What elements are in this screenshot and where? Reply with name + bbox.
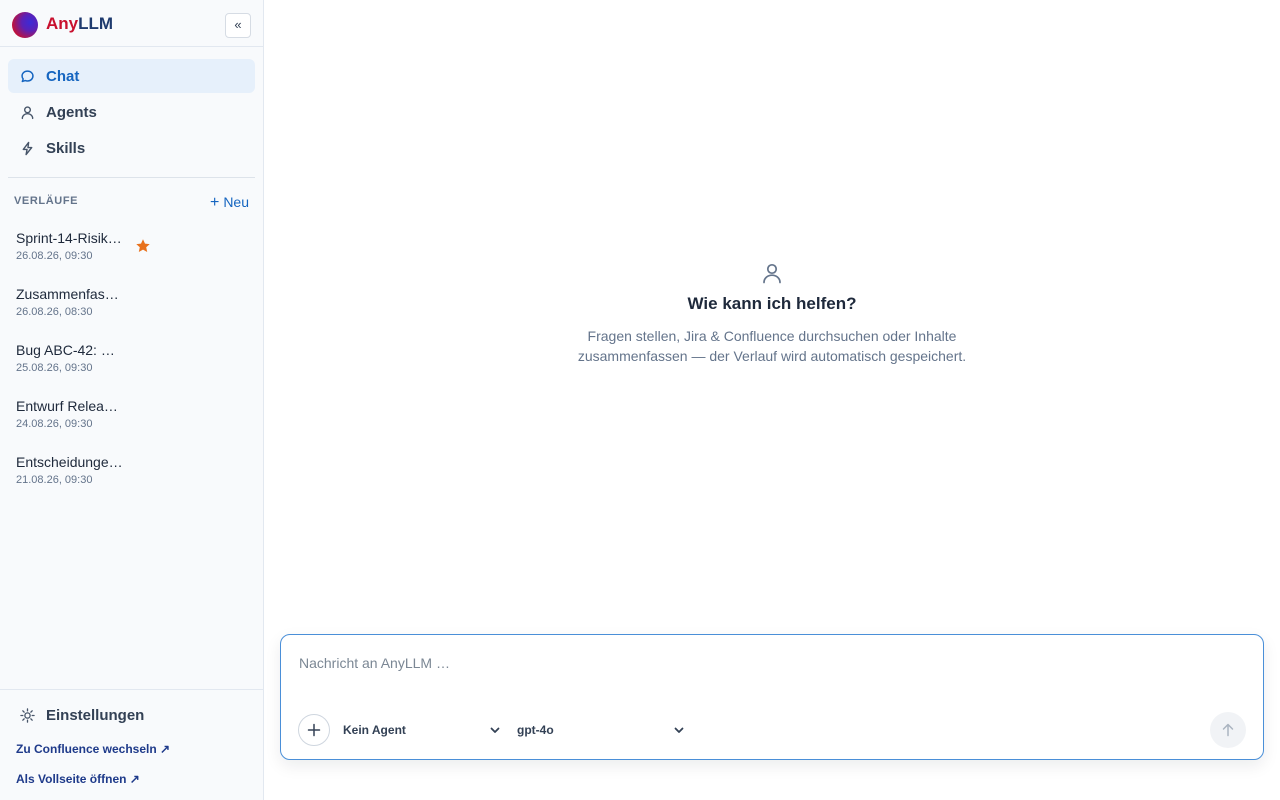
- settings-button[interactable]: Einstellungen: [20, 707, 144, 724]
- confluence-link[interactable]: Zu Confluence wechseln ↗: [16, 742, 170, 756]
- plus-icon: [307, 723, 321, 737]
- new-chat-label: Neu: [223, 194, 249, 210]
- gear-icon: [20, 708, 35, 723]
- history-item[interactable]: Entscheidunge… 21.08.26, 09:30: [8, 448, 255, 504]
- chevron-down-icon: [674, 727, 684, 733]
- empty-state-description: Fragen stellen, Jira & Confluence durchs…: [577, 328, 967, 364]
- history-list: Sprint-14-Risik… 26.08.26, 09:30 Zusamme…: [8, 224, 255, 504]
- history-item-title: Entscheidunge…: [16, 454, 123, 470]
- history-title: VERLÄUFE: [14, 195, 79, 207]
- model-select-value: gpt-4o: [517, 723, 554, 737]
- message-composer: Kein Agent gpt-4o: [280, 634, 1264, 760]
- chat-main: Wie kann ich helfen? Fragen stellen, Jir…: [264, 0, 1280, 800]
- collapse-sidebar-button[interactable]: «: [225, 13, 251, 38]
- user-icon: [763, 263, 781, 284]
- history-item[interactable]: Sprint-14-Risik… 26.08.26, 09:30: [8, 224, 255, 280]
- divider: [8, 177, 255, 178]
- brand-header: AnyLLM «: [0, 0, 263, 47]
- lightning-icon: [22, 141, 33, 155]
- nav-item-label: Agents: [46, 103, 97, 121]
- history-item-date: 26.08.26, 09:30: [16, 250, 93, 262]
- history-item[interactable]: Bug ABC-42: … 25.08.26, 09:30: [8, 336, 255, 392]
- send-button[interactable]: [1210, 712, 1246, 748]
- app-title-part1: Any: [46, 14, 79, 33]
- fullpage-link[interactable]: Als Vollseite öffnen ↗: [16, 772, 140, 786]
- history-item-title: Zusammenfas…: [16, 286, 119, 302]
- history-item-date: 24.08.26, 09:30: [16, 418, 93, 430]
- history-item-title: Entwurf Relea…: [16, 398, 118, 414]
- message-input[interactable]: [299, 655, 1199, 671]
- history-item-title: Sprint-14-Risik…: [16, 230, 122, 246]
- history-item-title: Bug ABC-42: …: [16, 342, 115, 358]
- model-select[interactable]: gpt-4o: [517, 721, 685, 739]
- history-header: VERLÄUFE + Neu: [14, 194, 249, 212]
- nav-item-skills[interactable]: Skills: [8, 131, 255, 165]
- agent-select-value: Kein Agent: [343, 723, 406, 737]
- main-nav: Chat Agents Skills: [8, 59, 255, 167]
- app-title: AnyLLM: [46, 14, 113, 34]
- history-item-date: 26.08.26, 08:30: [16, 306, 93, 318]
- history-item-date: 21.08.26, 09:30: [16, 474, 93, 486]
- sidebar: AnyLLM « Chat Agents Skills VERLÄUFE + Ne…: [0, 0, 264, 800]
- history-item[interactable]: Entwurf Relea… 24.08.26, 09:30: [8, 392, 255, 448]
- history-item-date: 25.08.26, 09:30: [16, 362, 93, 374]
- user-icon: [21, 105, 34, 119]
- nav-item-agents[interactable]: Agents: [8, 95, 255, 129]
- history-item[interactable]: Zusammenfas… 26.08.26, 08:30: [8, 280, 255, 336]
- nav-item-label: Skills: [46, 139, 86, 157]
- empty-state-title: Wie kann ich helfen?: [687, 294, 857, 313]
- app-title-part2: LLM: [78, 14, 114, 33]
- nav-item-chat[interactable]: Chat: [8, 59, 255, 93]
- new-chat-button[interactable]: + Neu: [210, 194, 249, 212]
- plus-icon: +: [209, 194, 220, 211]
- sidebar-footer: Einstellungen Zu Confluence wechseln ↗ A…: [0, 689, 263, 800]
- attach-button[interactable]: [298, 714, 330, 746]
- agent-select[interactable]: Kein Agent: [343, 721, 501, 739]
- arrow-up-icon: [1222, 723, 1234, 737]
- nav-item-label: Chat: [46, 67, 80, 85]
- star-icon[interactable]: [135, 238, 151, 254]
- logo-icon: [12, 12, 38, 38]
- chat-bubble-icon: [21, 69, 34, 82]
- empty-state: Wie kann ich helfen? Fragen stellen, Jir…: [264, 262, 1280, 366]
- chevron-down-icon: [490, 727, 500, 733]
- settings-label: Einstellungen: [46, 707, 145, 724]
